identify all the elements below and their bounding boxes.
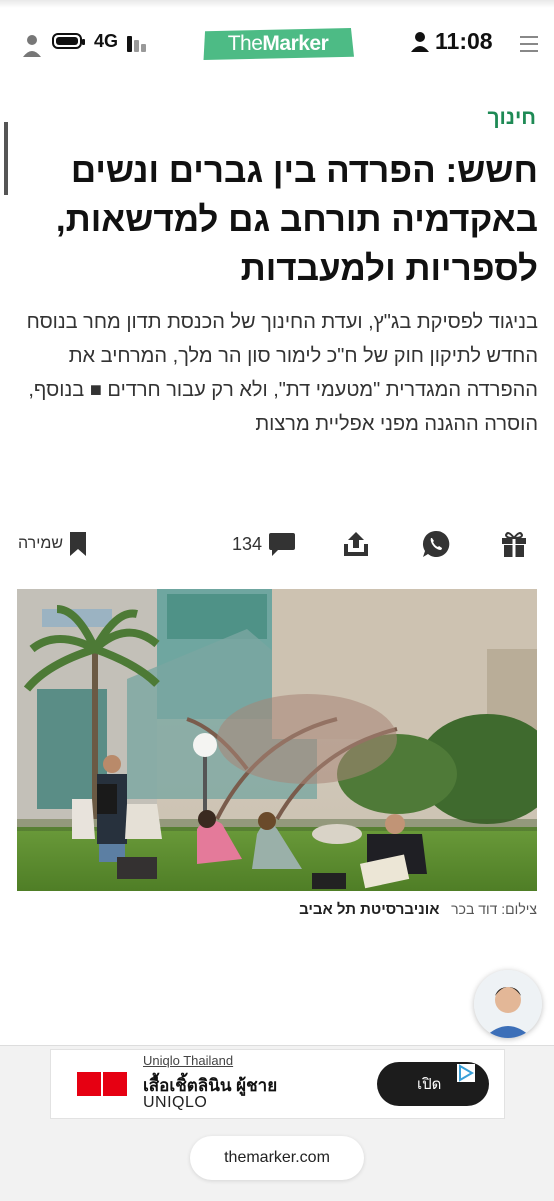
ad-advertiser[interactable]: Uniqlo Thailand: [143, 1053, 233, 1068]
scroll-indicator: [4, 122, 8, 195]
ad-choices-icon[interactable]: [457, 1064, 475, 1082]
hamburger-menu-icon[interactable]: [520, 36, 540, 52]
top-bar: 4G The Marker 11:08: [0, 0, 554, 90]
section-label[interactable]: חינוך: [487, 106, 536, 130]
ad-subtitle: UNIQLO: [143, 1094, 208, 1111]
share-button[interactable]: [342, 524, 370, 564]
battery-icon: [52, 33, 85, 49]
photo-caption: צילום: דוד בכר אוניברסיטת תל אביב: [299, 901, 537, 918]
article-headline: חשש: הפרדה בין גברים ונשים באקדמיה תורחב…: [55, 151, 538, 288]
user-avatar-icon[interactable]: [22, 33, 42, 59]
caption-credit: צילום: דוד בכר: [451, 901, 537, 917]
gift-button[interactable]: [500, 524, 528, 564]
whatsapp-icon: [422, 530, 450, 557]
campus-lawn-image: [17, 589, 537, 891]
signal-icon: [127, 34, 159, 52]
save-button[interactable]: שמירה: [18, 524, 87, 564]
logo-bold: Marker: [262, 32, 329, 55]
author-photo: [474, 970, 542, 1038]
uniqlo-logo-block-2: [103, 1072, 127, 1096]
ad-open-label: เปิด: [417, 1076, 442, 1093]
account-icon[interactable]: [411, 31, 429, 53]
comments-button[interactable]: 134: [232, 524, 296, 564]
comment-icon: [269, 533, 296, 556]
url-text: themarker.com: [224, 1149, 330, 1166]
whatsapp-button[interactable]: [422, 524, 450, 564]
url-bar[interactable]: themarker.com: [190, 1136, 364, 1180]
ad-banner[interactable]: Uniqlo Thailand เสื้อเชิ้ตลินิน ผู้ชาย U…: [50, 1049, 505, 1119]
network-type: 4G: [94, 31, 119, 51]
bookmark-icon: [70, 532, 87, 556]
comment-count: 134: [232, 533, 263, 554]
article-subhead: בניגוד לפסיקת בג"ץ, ועדת החינוך של הכנסת…: [26, 311, 538, 435]
author-avatar[interactable]: [474, 970, 542, 1038]
top-fade: [0, 0, 554, 8]
save-label: שמירה: [18, 535, 64, 552]
logo-prefix: The: [227, 32, 263, 55]
uniqlo-logo-block-1: [77, 1072, 101, 1096]
uniqlo-logo: [77, 1072, 129, 1098]
share-toolbar: שמירה 134: [0, 524, 554, 564]
themarker-logo[interactable]: The Marker: [203, 28, 354, 60]
clock: 11:08: [435, 28, 493, 54]
article-photo[interactable]: [17, 589, 537, 891]
ad-banner-area: Uniqlo Thailand เสื้อเชิ้ตลินิน ผู้ชาย U…: [0, 1045, 554, 1201]
share-icon: [344, 532, 368, 556]
gift-icon: [502, 532, 526, 557]
caption-title: אוניברסיטת תל אביב: [299, 901, 440, 918]
